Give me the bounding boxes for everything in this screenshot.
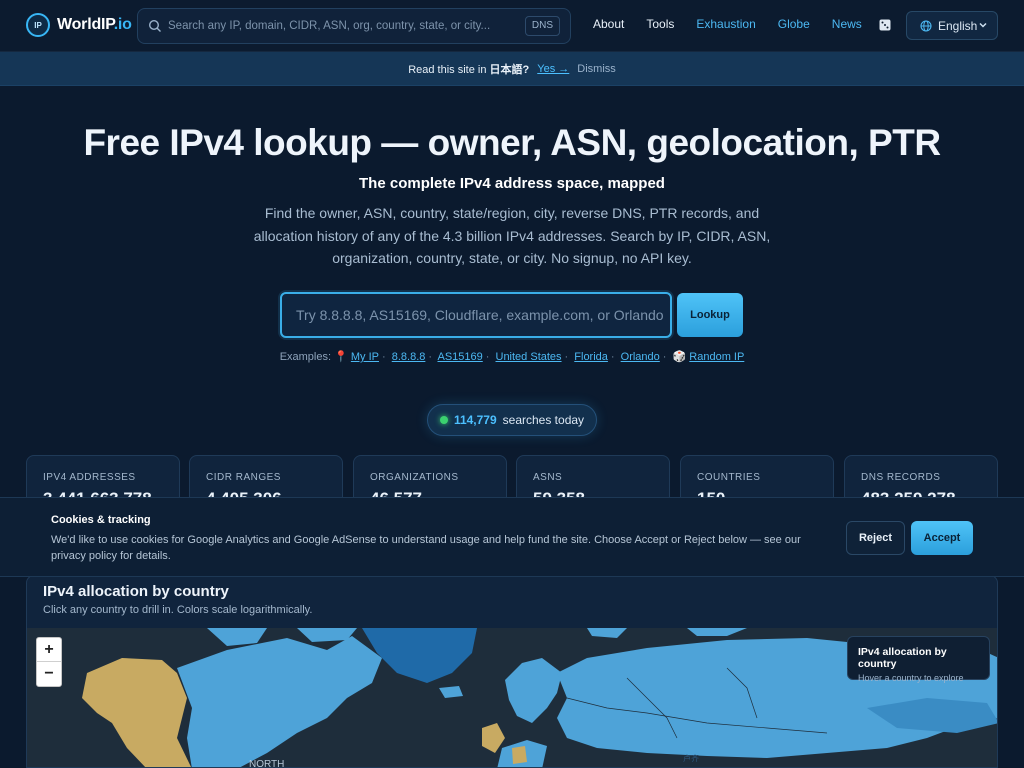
notice-yes-link[interactable]: Yes → [537, 63, 569, 75]
example-link-florida[interactable]: Florida [574, 351, 608, 363]
cookie-accept-button[interactable]: Accept [911, 521, 973, 555]
nav-link-exhaustion[interactable]: Exhaustion [696, 17, 755, 31]
searches-today-badge: 114,779 searches today [427, 404, 597, 436]
notice-dismiss-link[interactable]: Dismiss [577, 63, 616, 75]
examples-row: Examples: 📍 My IP · 8.8.8.8 · AS15169 · Uni… [279, 351, 745, 363]
header-search-box: DNS [137, 8, 571, 44]
map-label-country: 卢齐 [683, 753, 699, 763]
nav-link-about[interactable]: About [593, 17, 624, 31]
search-icon [148, 19, 161, 32]
globe-icon [920, 19, 932, 32]
world-map[interactable]: NORTH 卢齐 + − IPv4 allocation by country … [27, 628, 997, 768]
logo-globe-icon: IP [26, 13, 50, 37]
example-link-orlando[interactable]: Orlando [621, 351, 660, 363]
lookup-button[interactable]: Lookup [677, 293, 743, 337]
random-dice-icon[interactable] [878, 18, 892, 32]
cookie-consent-banner: Cookies & tracking We'd like to use cook… [0, 497, 1024, 577]
cookie-reject-button[interactable]: Reject [846, 521, 905, 555]
country-shape[interactable] [512, 746, 527, 764]
page-subtitle: The complete IPv4 address space, mapped [359, 175, 665, 192]
page-title: Free IPv4 lookup — owner, ASN, geolocati… [83, 122, 941, 163]
language-select[interactable]: English [906, 11, 998, 40]
notice-text: Read this site in 日本語? [408, 63, 530, 76]
map-pin-icon: 📍 [334, 351, 348, 363]
map-info-panel: IPv4 allocation by country Hover a count… [847, 636, 990, 683]
nav-link-globe[interactable]: Globe [778, 17, 810, 31]
zoom-in-button[interactable]: + [37, 638, 61, 662]
cookie-title: Cookies & tracking [51, 514, 151, 526]
header-search-input[interactable] [168, 9, 528, 43]
allocation-map-card: IPv4 allocation by country Click any cou… [26, 575, 998, 768]
map-info-title: IPv4 allocation by country [858, 646, 947, 670]
dice-icon: 🎲 [672, 351, 687, 363]
cookie-text: We'd like to use cookies for Google Anal… [51, 534, 801, 562]
page-description: Find the owner, ASN, country, state/regi… [253, 205, 771, 266]
live-status-dot-icon [439, 416, 448, 424]
example-link-as15169[interactable]: AS15169 [438, 351, 483, 363]
map-info-hint: Hover a country to explore [858, 673, 964, 683]
stat-label: CIDR RANGES [206, 472, 281, 483]
nav-link-tools[interactable]: Tools [646, 17, 674, 31]
map-label-north: NORTH [249, 759, 284, 768]
top-navigation-bar: IP WorldIP.io DNS About Tools Exhaustion… [0, 0, 1024, 52]
zoom-out-button[interactable]: − [37, 662, 61, 686]
examples-label: Examples: [279, 351, 332, 363]
stat-label: DNS RECORDS [861, 472, 941, 483]
site-logo[interactable]: IP WorldIP.io [26, 13, 132, 37]
language-select-value: English [938, 18, 978, 33]
main-nav: About Tools Exhaustion Globe News [593, 17, 884, 31]
map-title: IPv4 allocation by country [43, 583, 229, 600]
lookup-input[interactable] [280, 292, 672, 338]
stat-label: ORGANIZATIONS [370, 472, 459, 483]
stat-label: IPV4 ADDRESSES [43, 472, 136, 483]
language-suggestion-banner: Read this site in 日本語? Yes → Dismiss [0, 52, 1024, 86]
map-zoom-controls: + − [36, 637, 62, 687]
map-subtitle: Click any country to drill in. Colors sc… [43, 604, 313, 616]
example-link-8-8-8-8[interactable]: 8.8.8.8 [392, 351, 426, 363]
example-link-my-ip[interactable]: My IP [351, 351, 379, 363]
searches-count: 114,779 [453, 413, 497, 427]
example-link-united-states[interactable]: United States [496, 351, 562, 363]
example-link-random-ip[interactable]: Random IP [689, 351, 744, 363]
searches-label: searches today [502, 413, 585, 427]
logo-text: WorldIP.io [57, 16, 132, 33]
stat-label: COUNTRIES [697, 472, 761, 483]
stat-label: ASNS [533, 472, 563, 483]
chevron-down-icon [979, 22, 987, 28]
dns-toggle-chip[interactable]: DNS [524, 16, 560, 36]
nav-link-news[interactable]: News [832, 17, 862, 31]
